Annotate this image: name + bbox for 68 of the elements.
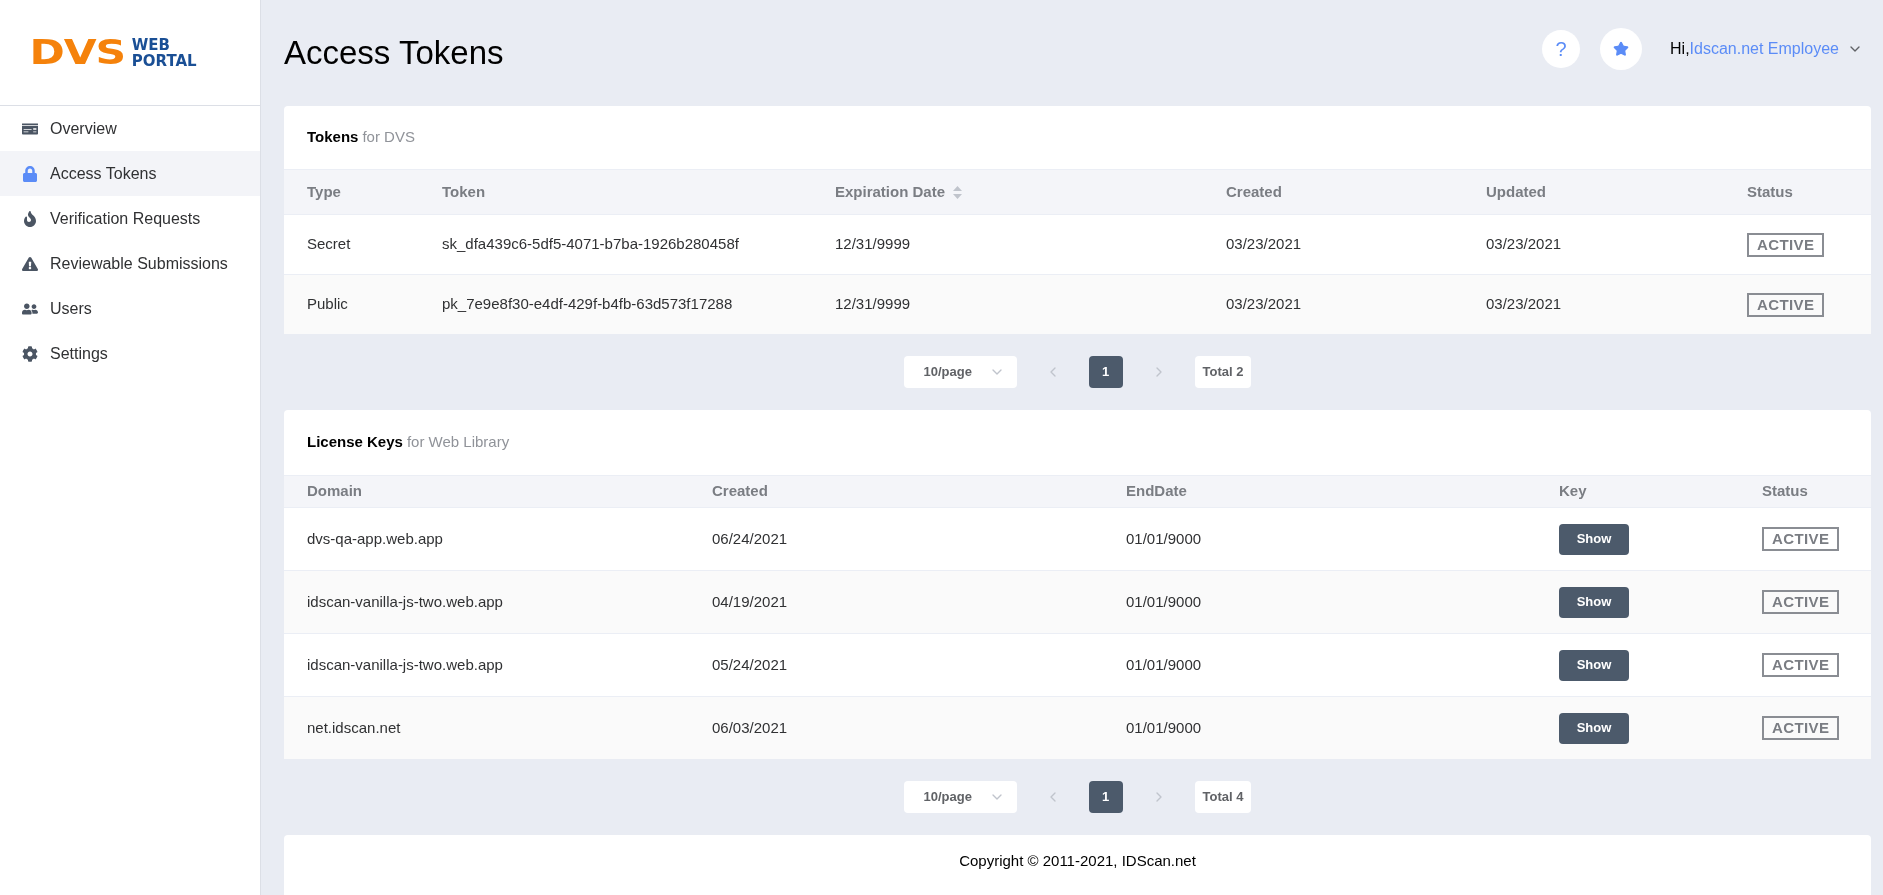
lock-icon [22, 165, 38, 182]
column-header: Status [1762, 481, 1809, 502]
user-menu[interactable]: Hi,Idscan.net Employee [1670, 37, 1863, 61]
table-cell-text: 04/19/2021 [712, 591, 789, 612]
column-header: Updated [1486, 181, 1546, 202]
column-header: EndDate [1126, 481, 1188, 502]
page-button[interactable]: 1 [1088, 356, 1123, 388]
card-subtitle: for Web Library [406, 432, 510, 453]
table-cell-text: 03/23/2021 [1486, 294, 1563, 315]
card-subtitle: for DVS [362, 127, 415, 148]
card-title: License Keys [307, 432, 403, 453]
table-cell-text: net.idscan.net [307, 717, 402, 738]
sidebar-item[interactable]: Access Tokens [0, 151, 260, 196]
page-size-select[interactable]: 10/page [903, 781, 1017, 813]
status-badge: ACTIVE [1747, 292, 1825, 317]
warning-icon [22, 255, 38, 272]
column-header: Key [1559, 481, 1588, 502]
column-header: Created [1226, 181, 1282, 202]
star-icon [1613, 41, 1629, 57]
column-header: Status [1747, 181, 1793, 202]
table-cell-text: Secret [307, 234, 352, 255]
show-key-button[interactable]: Show [1559, 523, 1629, 555]
table-cell-text: 01/01/9000 [1126, 528, 1203, 549]
favorites-button[interactable] [1600, 28, 1642, 70]
table-cell-text: dvs-qa-app.web.app [307, 528, 444, 549]
settings-icon [22, 345, 38, 362]
table-cell-text: 03/23/2021 [1226, 294, 1303, 315]
flame-icon [22, 210, 38, 227]
sort-icon[interactable] [953, 185, 963, 199]
show-key-button[interactable]: Show [1559, 586, 1629, 618]
footer: Copyright © 2011-2021, IDScan.net [284, 835, 1871, 895]
status-badge: ACTIVE [1762, 590, 1840, 614]
page-size-select[interactable]: 10/page [903, 356, 1017, 388]
logo-text: WEB [131, 36, 172, 53]
show-key-button[interactable]: Show [1559, 712, 1629, 744]
column-header: Created [712, 481, 769, 502]
status-badge: ACTIVE [1747, 232, 1825, 257]
logo-mark: DVS [29, 31, 126, 74]
status-badge: ACTIVE [1762, 527, 1840, 551]
card-icon [22, 120, 38, 137]
column-header: Expiration Date [835, 181, 946, 202]
table-cell-text: 06/03/2021 [712, 717, 789, 738]
total-count: Total 4 [1194, 781, 1252, 813]
card-title: Tokens [307, 127, 359, 148]
table-cell-text: idscan-vanilla-js-two.web.app [307, 591, 504, 612]
status-badge: ACTIVE [1762, 716, 1840, 740]
table-cell-text: 05/24/2021 [712, 654, 789, 675]
table-cell-text: 03/23/2021 [1486, 234, 1563, 255]
show-key-button[interactable]: Show [1559, 649, 1629, 681]
table-cell-text: 12/31/9999 [835, 234, 912, 255]
table-cell-text: 01/01/9000 [1126, 591, 1203, 612]
table-cell-text: idscan-vanilla-js-two.web.app [307, 654, 504, 675]
column-header: Token [442, 181, 486, 202]
status-badge: ACTIVE [1762, 653, 1840, 677]
column-header: Domain [307, 481, 363, 502]
table-cell-text: 03/23/2021 [1226, 234, 1303, 255]
column-header: Type [307, 181, 341, 202]
page-title: Access Tokens [284, 33, 504, 74]
table-cell-text: 12/31/9999 [835, 294, 912, 315]
logo-text: PORTAL [131, 52, 197, 69]
table-cell-text: sk_dfa439c6-5df5-4071-b7ba-1926b280458f [442, 234, 740, 255]
total-count: Total 2 [1194, 356, 1252, 388]
table-cell-text: pk_7e9e8f30-e4df-429f-b4fb-63d573f17288 [442, 294, 734, 315]
table-cell-text: 01/01/9000 [1126, 654, 1203, 675]
table-cell-text: 06/24/2021 [712, 528, 789, 549]
table-cell-text: Public [307, 294, 349, 315]
table-cell-text: 01/01/9000 [1126, 717, 1203, 738]
page-button[interactable]: 1 [1088, 781, 1123, 813]
